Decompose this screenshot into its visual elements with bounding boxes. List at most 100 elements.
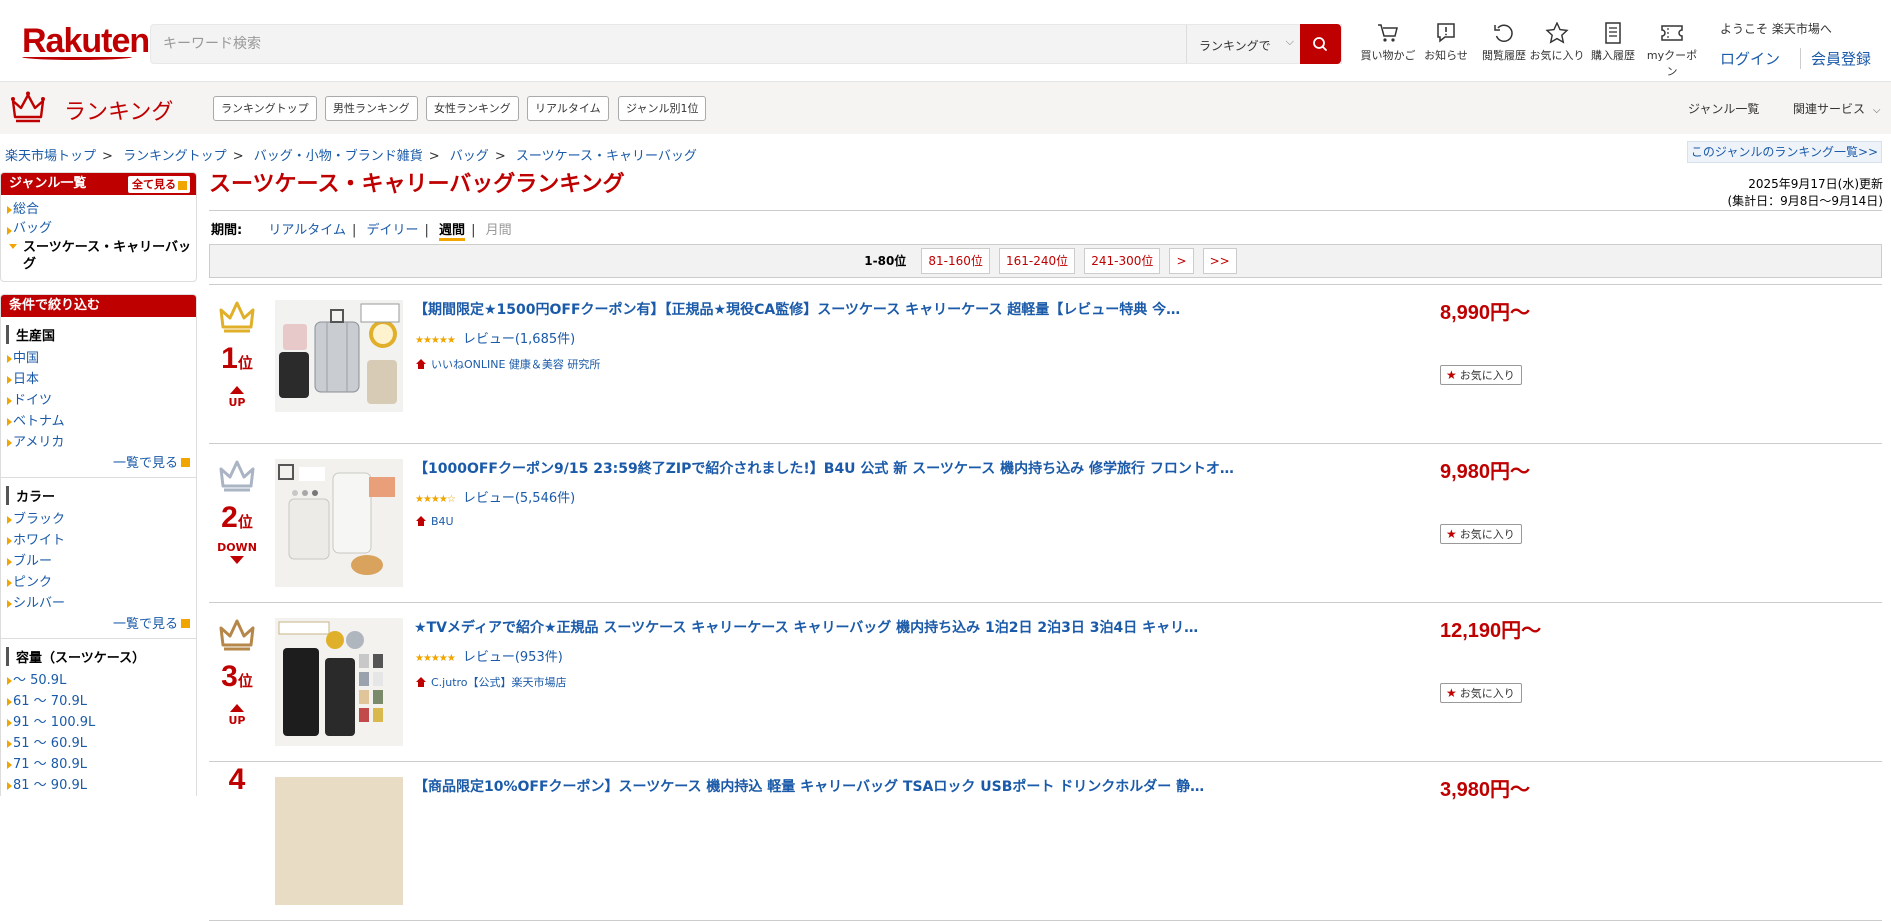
breadcrumb-item[interactable]: ランキングトップ [123,149,227,164]
rank-up-indicator: UP [209,704,265,727]
star-icon [1545,22,1569,44]
shop-name: いいねONLINE 健康＆美容 研究所 [431,358,601,371]
chevron-down-icon: ⌵ [1285,35,1294,48]
product-image[interactable] [275,618,403,746]
period-daily[interactable]: デイリー [367,223,419,238]
breadcrumb-item[interactable]: スーツケース・キャリーバッグ [516,149,697,164]
review-link[interactable]: ★★★★★ レビュー(1,685件) [415,328,575,347]
filter-item[interactable]: 61 〜 70.9L [1,691,196,712]
history-link[interactable]: 閲覧履歴 [1474,22,1534,63]
review-link[interactable]: ★★★★☆ レビュー(5,546件) [415,487,575,506]
period-realtime[interactable]: リアルタイム [268,223,346,238]
product-title-link[interactable]: ★TVメディアで紹介★正規品 スーツケース キャリーケース キャリーバッグ 機内… [414,617,1198,637]
aggregation-period: (集計日：9月8日〜9月14日) [1727,194,1883,208]
product-title-link[interactable]: 【1000OFFクーポン9/15 23:59終了ZIPで紹介されました!】B4U… [414,458,1234,478]
tab-genre-first[interactable]: ジャンル別1位 [618,96,707,121]
rating-stars: ★★★★☆ [415,494,456,505]
arrow-box-icon [178,180,187,190]
crown-icon [11,91,45,123]
genre-ranking-list-link[interactable]: このジャンルのランキング一覧>> [1687,141,1882,163]
review-link[interactable]: ★★★★★ レビュー(953件) [415,646,563,665]
sidebar: ジャンル一覧 全て見る 総合 バッグ スーツケース・キャリーバッグ 条件で絞り込… [0,172,197,808]
product-image[interactable] [275,300,403,428]
show-more-link[interactable]: 一覧で見る [1,614,196,636]
shop-icon [416,516,426,526]
filter-item[interactable]: 日本 [1,369,196,390]
genre-item-current: スーツケース・キャリーバッグ [1,237,196,275]
page-link[interactable]: 81-160位 [921,248,990,274]
notification-link[interactable]: お知らせ [1416,22,1476,63]
breadcrumb-item[interactable]: バッグ・小物・ブランド雑貨 [254,149,423,164]
filter-item[interactable]: 81 〜 90.9L [1,775,196,796]
show-all-label: 全て見る [132,178,176,191]
filter-item[interactable]: 71 〜 80.9L [1,754,196,775]
product-title-link[interactable]: 【期間限定★1500円OFFクーポン有】【正規品★現役CA監修】スーツケース キ… [414,299,1180,319]
filter-item[interactable]: ベトナム [1,411,196,432]
notification-label: お知らせ [1424,49,1468,62]
product-image[interactable] [275,777,403,905]
filter-item[interactable]: ブラック [1,509,196,530]
show-more-link[interactable]: 一覧で見る [1,453,196,475]
last-page-button[interactable]: >> [1202,248,1237,274]
favorites-link[interactable]: お気に入り [1527,22,1587,63]
product-price: 3,980円〜 [1440,779,1531,801]
product-price: 8,990円〜 [1440,302,1531,324]
genre-list-link[interactable]: ジャンル一覧 [1688,100,1759,117]
notification-icon [1437,23,1455,43]
rank-number: 3位 [209,659,265,700]
breadcrumb-item[interactable]: バッグ [450,149,489,164]
search-scope-select[interactable]: ランキングで ⌵ [1186,25,1306,63]
show-more-label: 一覧で見る [112,456,178,471]
coupon-link[interactable]: myクーポン [1642,22,1702,79]
next-page-button[interactable]: > [1169,248,1194,274]
filter-item[interactable]: 91 〜 100.9L [1,712,196,733]
register-link[interactable]: 会員登録 [1800,48,1871,69]
tab-realtime[interactable]: リアルタイム [527,96,609,121]
search-button[interactable] [1300,24,1341,64]
page-current: 1-80位 [864,254,907,268]
shop-link[interactable]: C.jutro【公式】楽天市場店 [415,674,567,690]
genre-item[interactable]: 総合 [1,199,196,220]
purchase-history-label: 購入履歴 [1591,49,1635,62]
breadcrumb-item[interactable]: 楽天市場トップ [5,149,96,164]
page-link[interactable]: 241-300位 [1084,248,1161,274]
filter-item[interactable]: ピンク [1,572,196,593]
related-services-menu[interactable]: 関連サービス ⌵ [1793,100,1880,117]
ranking-title[interactable]: ランキング [64,94,173,126]
rank-value: 3 [221,660,238,693]
filter-item[interactable]: ブルー [1,551,196,572]
favorite-button[interactable]: ★ お気に入り [1440,683,1522,703]
tab-men-ranking[interactable]: 男性ランキング [325,96,418,121]
genre-item[interactable]: バッグ [1,220,196,237]
tab-ranking-top[interactable]: ランキングトップ [213,96,317,121]
page-link[interactable]: 161-240位 [999,248,1076,274]
filter-item[interactable]: ホワイト [1,530,196,551]
rank-value: 4 [228,763,246,796]
favorite-button[interactable]: ★ お気に入り [1440,365,1522,385]
filter-item[interactable]: ドイツ [1,390,196,411]
filter-item[interactable]: 〜 50.9L [1,670,196,691]
filter-item[interactable]: シルバー [1,593,196,614]
tab-women-ranking[interactable]: 女性ランキング [426,96,519,121]
filter-item[interactable]: アメリカ [1,432,196,453]
suitcase-image [275,300,403,428]
shop-link[interactable]: いいねONLINE 健康＆美容 研究所 [415,356,600,372]
cart-link[interactable]: 買い物かご [1358,22,1418,63]
favorite-label: お気に入り [1459,687,1515,700]
favorite-button[interactable]: ★ お気に入り [1440,524,1522,544]
product-image[interactable] [275,459,403,587]
show-all-button[interactable]: 全て見る [128,176,190,193]
cart-icon [1378,24,1398,42]
login-link[interactable]: ログイン [1720,48,1780,69]
product-title-link[interactable]: 【商品限定10%OFFクーポン】スーツケース 機内持込 軽量 キャリーバッグ T… [414,776,1204,796]
search-input[interactable] [151,25,1186,63]
shop-link[interactable]: B4U [415,515,454,528]
global-header: Rakuten ランキングで ⌵ 買い物かご お知らせ 閲覧履歴 お気に入り 購… [0,0,1891,82]
welcome-text: ようこそ 楽天市場へ [1720,22,1832,36]
filter-item[interactable]: 51 〜 60.9L [1,733,196,754]
rank-suffix: 位 [237,673,253,690]
filter-item[interactable]: 中国 [1,348,196,369]
arrow-box-icon [181,619,190,628]
history-label: 閲覧履歴 [1482,49,1526,62]
purchase-history-link[interactable]: 購入履歴 [1583,22,1643,63]
